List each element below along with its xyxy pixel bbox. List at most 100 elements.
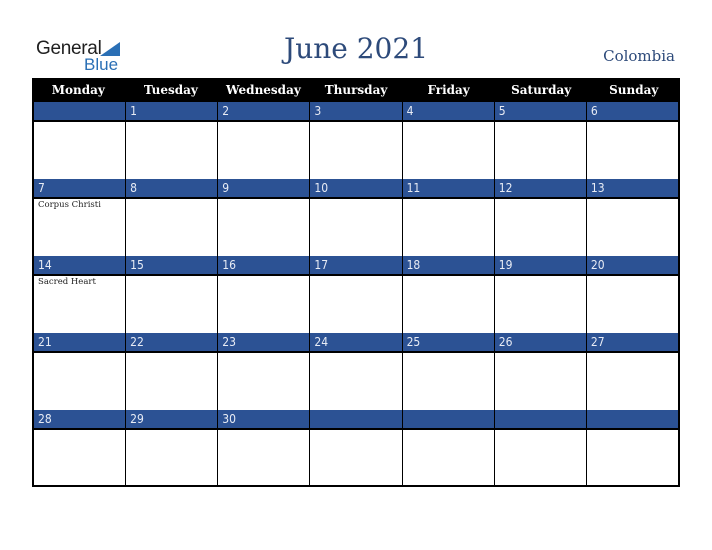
- day-cell[interactable]: 29: [125, 410, 218, 485]
- holiday-label: [403, 199, 494, 200]
- holiday-label: [403, 276, 494, 277]
- day-cell[interactable]: 8: [125, 179, 218, 256]
- day-number: 27: [586, 333, 678, 353]
- weekday-saturday: Saturday: [511, 83, 572, 97]
- day-number: 7: [34, 179, 126, 199]
- day-number: 29: [126, 410, 218, 430]
- day-cell[interactable]: 17: [309, 256, 402, 333]
- day-cell[interactable]: 30: [217, 410, 310, 485]
- weekday-tuesday: Tuesday: [143, 83, 198, 97]
- day-number: 18: [402, 256, 494, 276]
- day-number: 1: [126, 102, 218, 122]
- day-cell[interactable]: 20: [585, 256, 678, 333]
- day-cell[interactable]: 23: [217, 333, 310, 410]
- holiday-label: [218, 199, 309, 200]
- day-number: 20: [586, 256, 678, 276]
- day-cell[interactable]: 18: [401, 256, 494, 333]
- day-number: [402, 410, 494, 430]
- day-number: 13: [586, 179, 678, 199]
- weekday-thursday: Thursday: [324, 83, 388, 97]
- holiday-label: [310, 353, 401, 354]
- day-cell[interactable]: 10: [309, 179, 402, 256]
- day-cell[interactable]: [585, 410, 678, 485]
- day-cell[interactable]: 1: [125, 102, 218, 179]
- day-number: 14: [34, 256, 126, 276]
- day-cell[interactable]: 7 Corpus Christi: [34, 179, 126, 256]
- day-number: 15: [126, 256, 218, 276]
- holiday-label: [495, 276, 586, 277]
- holiday-label: [310, 430, 401, 431]
- day-cell[interactable]: 16: [217, 256, 310, 333]
- holiday-label: Corpus Christi: [38, 200, 101, 210]
- day-number: [310, 410, 402, 430]
- day-cell[interactable]: 5: [493, 102, 586, 179]
- day-cell[interactable]: 4: [401, 102, 494, 179]
- day-cell[interactable]: 9: [217, 179, 310, 256]
- holiday-label: [310, 122, 401, 123]
- day-number: 25: [402, 333, 494, 353]
- holiday-label: [126, 353, 217, 354]
- holiday-label: [587, 122, 678, 123]
- holiday-label: [218, 353, 309, 354]
- weekday-sunday: Sunday: [609, 83, 659, 97]
- day-number: 22: [126, 333, 218, 353]
- holiday-label: [126, 122, 217, 123]
- day-number: 8: [126, 179, 218, 199]
- day-cell[interactable]: 15: [125, 256, 218, 333]
- day-cell[interactable]: 12: [493, 179, 586, 256]
- day-number: 11: [402, 179, 494, 199]
- day-number: [494, 410, 586, 430]
- holiday-label: [495, 430, 586, 431]
- day-number: 17: [310, 256, 402, 276]
- day-number: 4: [402, 102, 494, 122]
- day-cell[interactable]: 14 Sacred Heart: [34, 256, 126, 333]
- weekday-wednesday: Wednesday: [226, 83, 301, 97]
- holiday-label: [495, 199, 586, 200]
- day-cell[interactable]: 2: [217, 102, 310, 179]
- day-cell[interactable]: [309, 410, 402, 485]
- holiday-label: [34, 122, 125, 123]
- day-number: 21: [34, 333, 126, 353]
- day-number: 16: [218, 256, 310, 276]
- weekday-friday: Friday: [427, 83, 470, 97]
- day-cell[interactable]: 11: [401, 179, 494, 256]
- day-number: [34, 102, 126, 122]
- day-number: [586, 410, 678, 430]
- holiday-label: [587, 353, 678, 354]
- day-cell[interactable]: 13: [585, 179, 678, 256]
- day-number: 12: [494, 179, 586, 199]
- holiday-label: [34, 430, 125, 431]
- day-cell[interactable]: 28: [34, 410, 126, 485]
- day-number: 2: [218, 102, 310, 122]
- week-row: 21 22 23 24 25 26 27: [32, 333, 680, 410]
- day-cell[interactable]: [401, 410, 494, 485]
- holiday-label: [218, 276, 309, 277]
- holiday-label: [403, 353, 494, 354]
- day-cell[interactable]: 3: [309, 102, 402, 179]
- day-number: 24: [310, 333, 402, 353]
- day-cell[interactable]: 19: [493, 256, 586, 333]
- day-number: 10: [310, 179, 402, 199]
- day-cell[interactable]: 26: [493, 333, 586, 410]
- holiday-label: [34, 353, 125, 354]
- day-number: 3: [310, 102, 402, 122]
- holiday-label: [218, 430, 309, 431]
- day-cell[interactable]: 6: [585, 102, 678, 179]
- holiday-label: [403, 430, 494, 431]
- day-number: 28: [34, 410, 126, 430]
- day-cell[interactable]: [34, 102, 126, 179]
- day-cell[interactable]: 25: [401, 333, 494, 410]
- day-number: 19: [494, 256, 586, 276]
- holiday-label: Sacred Heart: [38, 277, 96, 287]
- day-cell[interactable]: 24: [309, 333, 402, 410]
- day-cell[interactable]: 21: [34, 333, 126, 410]
- day-number: 5: [494, 102, 586, 122]
- holiday-label: [310, 199, 401, 200]
- day-cell[interactable]: 22: [125, 333, 218, 410]
- holiday-label: [218, 122, 309, 123]
- day-cell[interactable]: 27: [585, 333, 678, 410]
- day-number: 23: [218, 333, 310, 353]
- holiday-label: [495, 353, 586, 354]
- week-row: 123456: [32, 102, 680, 179]
- day-cell[interactable]: [493, 410, 586, 485]
